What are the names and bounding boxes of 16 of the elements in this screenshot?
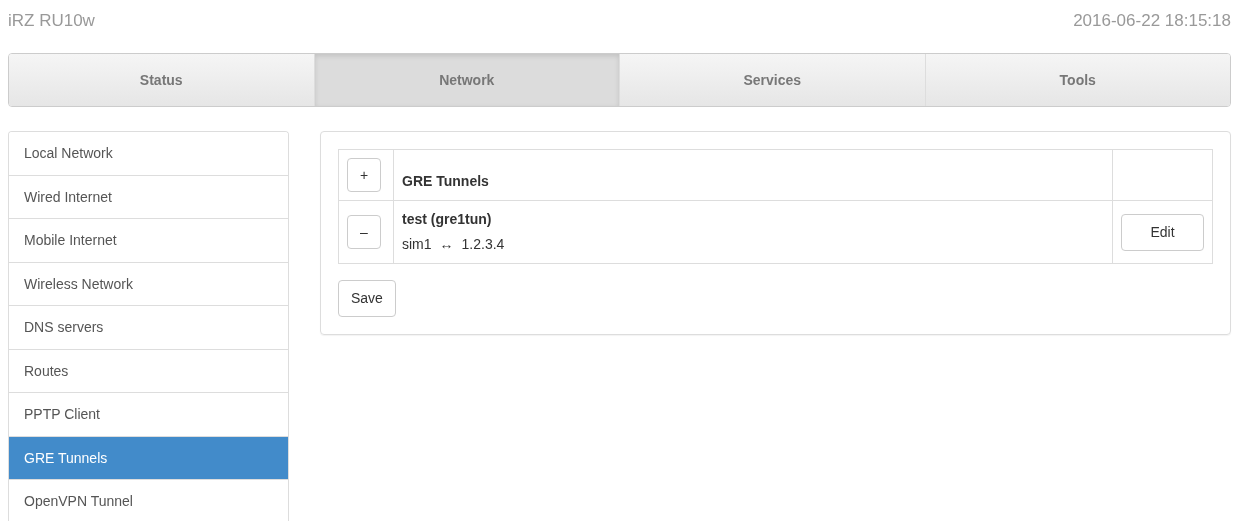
- nav-tab[interactable]: Tools: [925, 54, 1230, 106]
- edit-button[interactable]: Edit: [1121, 213, 1204, 251]
- add-button[interactable]: +: [347, 158, 381, 192]
- save-button[interactable]: Save: [338, 280, 396, 317]
- endpoint-text: 1.2.3.4: [461, 236, 505, 252]
- sidebar-item[interactable]: GRE Tunnels: [9, 436, 288, 480]
- tunnel-name: test (gre1tun): [402, 210, 493, 229]
- arrow-symbol: ↔: [439, 236, 454, 252]
- sidebar-item[interactable]: Local Network: [9, 132, 288, 176]
- brand-title: iRZ RU10w: [8, 10, 95, 32]
- date-time: 2016-06-22 18:15:18: [1073, 10, 1231, 32]
- endpoint-text: sim1: [402, 236, 432, 252]
- nav-tab[interactable]: Services: [620, 54, 926, 106]
- table-title: GRE Tunnels: [402, 172, 489, 189]
- remove-button[interactable]: –: [347, 215, 381, 249]
- nav-tab[interactable]: Status: [9, 54, 315, 106]
